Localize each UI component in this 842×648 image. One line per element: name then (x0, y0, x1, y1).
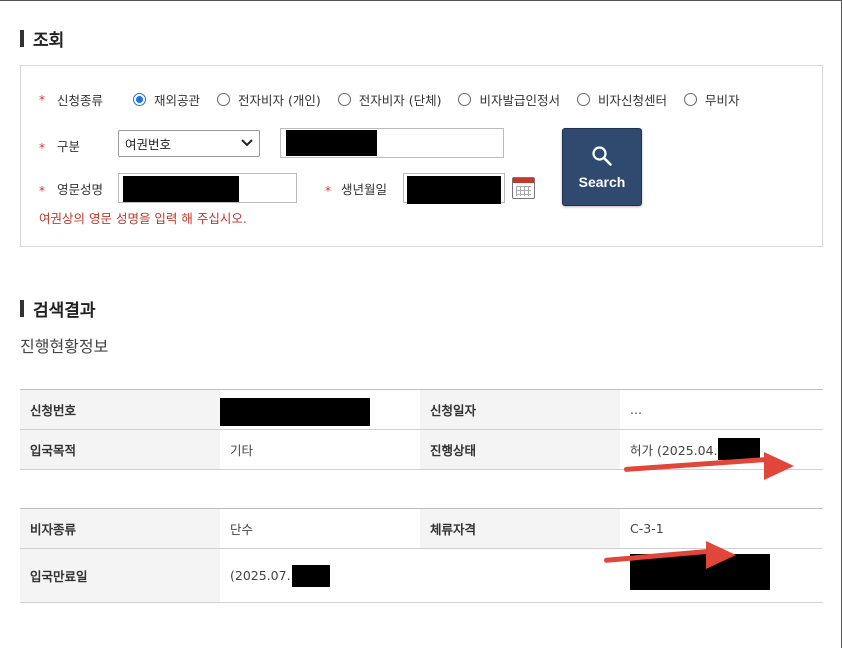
table-header-cell: 신청번호 (20, 390, 220, 429)
redacted-english-name (123, 176, 239, 202)
empty-cell (420, 549, 620, 602)
results-section-title: 검색결과 (20, 296, 96, 321)
table-header-cell: 신청일자 (420, 390, 620, 429)
radio-visa-free[interactable]: 무비자 (684, 90, 740, 109)
entry-expiry-text: (2025.07. (230, 568, 291, 583)
progress-table-2: 비자종류 단수 체류자격 C-3-1 입국만료일 (2025.07. (20, 508, 823, 603)
table-header-cell: 입국목적 (20, 430, 220, 469)
table-row: 입국만료일 (2025.07. (20, 549, 823, 603)
title-bar-marker (20, 30, 24, 47)
magnifier-icon (591, 145, 613, 174)
inquiry-title-text: 조회 (33, 31, 65, 51)
required-mark: * (39, 184, 45, 198)
radio-button-icon[interactable] (133, 93, 146, 106)
radio-overseas-mission[interactable]: 재외공관 (133, 90, 200, 109)
results-title-text: 검색결과 (33, 301, 96, 321)
table-row: 신청번호 신청일자 ... (20, 390, 823, 430)
progress-status-text: 허가 (2025.04. (630, 443, 718, 458)
application-number-value (220, 390, 420, 429)
radio-button-icon[interactable] (577, 93, 590, 106)
radio-label: 재외공관 (154, 93, 201, 108)
redacted-status-date (718, 438, 760, 460)
redacted-value (630, 554, 770, 590)
redacted-expiry-date (292, 565, 330, 587)
radio-button-icon[interactable] (217, 93, 231, 106)
radio-evisa-individual[interactable]: 전자비자 (개인) (217, 90, 321, 109)
required-mark: * (39, 141, 45, 155)
redacted-passport-number (286, 130, 377, 156)
table-header-cell: 비자종류 (20, 509, 220, 548)
radio-label: 무비자 (705, 93, 740, 108)
visa-type-value: 단수 (220, 509, 420, 548)
radio-button-icon[interactable] (684, 93, 698, 106)
redacted-birth-date (407, 176, 501, 204)
calendar-icon[interactable] (512, 177, 535, 199)
table-header-cell: 진행상태 (420, 430, 620, 469)
required-mark: * (39, 93, 45, 107)
table-header-cell: 입국만료일 (20, 549, 220, 602)
search-button-label: Search (578, 173, 626, 190)
radio-label: 전자비자 (단체) (358, 93, 442, 108)
radio-button-icon[interactable] (458, 93, 472, 106)
birth-date-label: 생년월일 (341, 182, 388, 197)
table-row: 비자종류 단수 체류자격 C-3-1 (20, 509, 823, 549)
radio-label: 전자비자 (개인) (238, 93, 321, 108)
progress-table-1: 신청번호 신청일자 ... 입국목적 기타 진행상태 허가 (2025.04. (20, 389, 823, 470)
search-button[interactable]: Search (562, 128, 642, 206)
radio-visa-issuance-certificate[interactable]: 비자발급인정서 (458, 90, 560, 109)
english-name-hint: 여권상의 영문 성명을 입력 해 주십시오. (39, 211, 247, 226)
application-date-value: ... (620, 390, 823, 429)
window-top-border (0, 0, 842, 1)
entry-purpose-value: 기타 (220, 430, 420, 469)
title-bar-marker (20, 300, 24, 317)
application-type-radio-group: 재외공관 전자비자 (개인) 전자비자 (단체) 비자발급인정서 비자신청센터 … (133, 90, 740, 109)
radio-evisa-group[interactable]: 전자비자 (단체) (337, 90, 442, 109)
radio-label: 비자발급인정서 (479, 93, 560, 108)
radio-button-icon[interactable] (337, 93, 351, 106)
redacted-application-number (220, 398, 370, 426)
chevron-down-icon (241, 138, 253, 151)
application-type-label: 신청종류 (57, 93, 104, 108)
table-header-cell: 체류자격 (420, 509, 620, 548)
inquiry-section-title: 조회 (20, 26, 64, 51)
progress-info-subtitle: 진행현황정보 (20, 337, 109, 356)
radio-visa-application-center[interactable]: 비자신청센터 (577, 90, 667, 109)
category-select[interactable]: 여권번호 (118, 130, 260, 157)
entry-expiry-value: (2025.07. (220, 549, 420, 602)
category-label: 구분 (57, 139, 81, 154)
category-selected-value: 여권번호 (125, 137, 172, 152)
required-mark: * (325, 184, 331, 198)
english-name-label: 영문성명 (57, 182, 104, 197)
radio-label: 비자신청센터 (598, 93, 668, 108)
